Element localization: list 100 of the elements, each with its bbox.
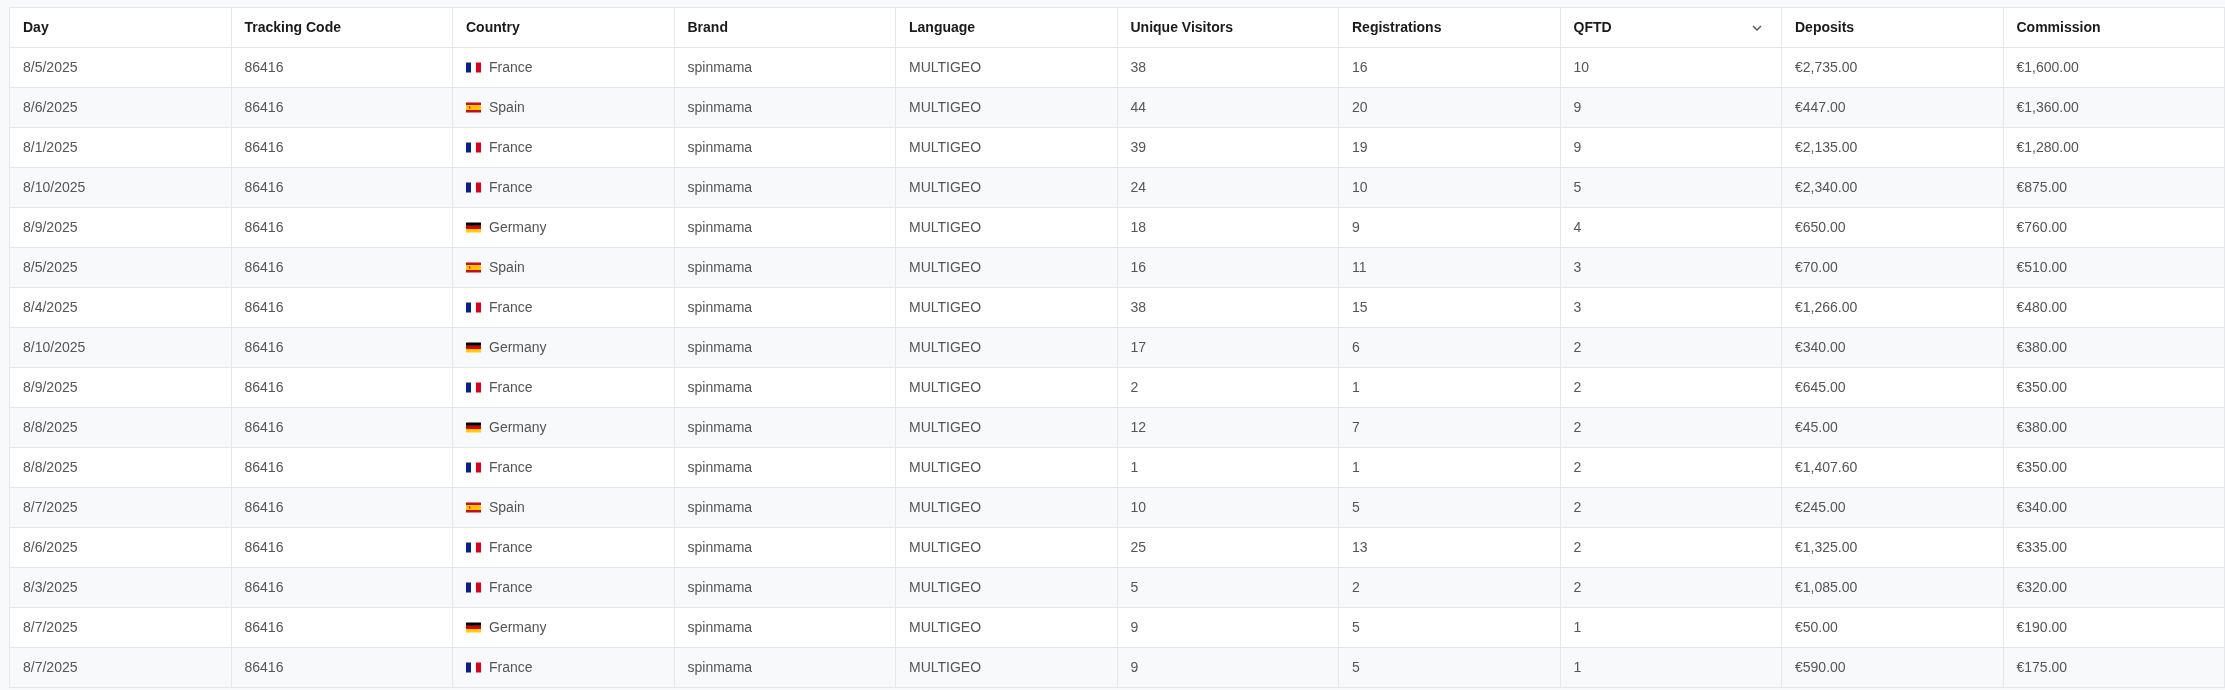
table-cell: 1 xyxy=(1339,368,1561,408)
table-cell: 2 xyxy=(1560,408,1782,448)
table-cell: spinmama xyxy=(674,648,896,688)
table-cell: 24 xyxy=(1117,168,1339,208)
germany-flag-icon xyxy=(466,342,481,353)
table-cell: 86416 xyxy=(231,488,453,528)
table-cell: MULTIGEO xyxy=(896,48,1118,88)
table-cell: MULTIGEO xyxy=(896,128,1118,168)
table-cell: 8/3/2025 xyxy=(10,568,232,608)
table-cell: 8/9/2025 xyxy=(10,208,232,248)
table-cell: €245.00 xyxy=(1782,488,2004,528)
table-cell: spinmama xyxy=(674,248,896,288)
table-cell-text: Germany xyxy=(489,218,547,237)
table-cell: 86416 xyxy=(231,528,453,568)
table-cell: €380.00 xyxy=(2003,408,2225,448)
table-cell: €45.00 xyxy=(1782,408,2004,448)
table-cell: 11 xyxy=(1339,248,1561,288)
table-cell: spinmama xyxy=(674,48,896,88)
column-header[interactable]: Commission xyxy=(2003,8,2225,48)
table-cell: 2 xyxy=(1560,568,1782,608)
table-cell: €1,360.00 xyxy=(2003,88,2225,128)
france-flag-icon xyxy=(466,62,481,73)
table-cell: €650.00 xyxy=(1782,208,2004,248)
table-cell-text: France xyxy=(489,458,533,477)
table-cell: MULTIGEO xyxy=(896,368,1118,408)
table-cell: €1,085.00 xyxy=(1782,568,2004,608)
column-header[interactable]: QFTD xyxy=(1560,8,1782,48)
column-header[interactable]: Tracking Code xyxy=(231,8,453,48)
column-header[interactable]: Registrations xyxy=(1339,8,1561,48)
table-cell: 20 xyxy=(1339,88,1561,128)
table-cell: €320.00 xyxy=(2003,568,2225,608)
table-cell: €1,266.00 xyxy=(1782,288,2004,328)
column-header[interactable]: Country xyxy=(453,8,675,48)
column-header[interactable]: Unique Visitors xyxy=(1117,8,1339,48)
table-cell: 86416 xyxy=(231,288,453,328)
table-cell: 15 xyxy=(1339,288,1561,328)
table-cell: €175.00 xyxy=(2003,648,2225,688)
table-cell: €2,340.00 xyxy=(1782,168,2004,208)
table-cell: 8/8/2025 xyxy=(10,408,232,448)
table-cell: spinmama xyxy=(674,288,896,328)
table-cell-text: France xyxy=(489,298,533,317)
table-cell-text: France xyxy=(489,138,533,157)
table-cell: €1,280.00 xyxy=(2003,128,2225,168)
table-cell: 10 xyxy=(1339,168,1561,208)
table-cell: 86416 xyxy=(231,328,453,368)
germany-flag-icon xyxy=(466,222,481,233)
table-cell: 8/7/2025 xyxy=(10,648,232,688)
table-cell: 10 xyxy=(1560,48,1782,88)
table-cell: €335.00 xyxy=(2003,528,2225,568)
table-cell: spinmama xyxy=(674,448,896,488)
table-cell: 5 xyxy=(1339,488,1561,528)
table-cell: 13 xyxy=(1339,528,1561,568)
table-cell: MULTIGEO xyxy=(896,168,1118,208)
spain-flag-icon xyxy=(466,102,481,113)
germany-flag-icon xyxy=(466,622,481,633)
table-cell: spinmama xyxy=(674,208,896,248)
table-cell: €50.00 xyxy=(1782,608,2004,648)
table-cell-text: France xyxy=(489,578,533,597)
table-cell: 86416 xyxy=(231,568,453,608)
france-flag-icon xyxy=(466,182,481,193)
table-cell: €1,407.60 xyxy=(1782,448,2004,488)
table-cell: €350.00 xyxy=(2003,368,2225,408)
table-cell: 8/4/2025 xyxy=(10,288,232,328)
table-cell: 8/6/2025 xyxy=(10,88,232,128)
table-cell-text: Germany xyxy=(489,338,547,357)
table-cell: 38 xyxy=(1117,288,1339,328)
table-cell: 9 xyxy=(1560,88,1782,128)
column-header[interactable]: Deposits xyxy=(1782,8,2004,48)
column-header[interactable]: Day xyxy=(10,8,232,48)
column-header[interactable]: Language xyxy=(896,8,1118,48)
table-cell: MULTIGEO xyxy=(896,328,1118,368)
france-flag-icon xyxy=(466,662,481,673)
table-cell: 86416 xyxy=(231,128,453,168)
table-cell: 12 xyxy=(1117,408,1339,448)
table-cell: 2 xyxy=(1339,568,1561,608)
table-cell: spinmama xyxy=(674,328,896,368)
france-flag-icon xyxy=(466,582,481,593)
table-cell: 86416 xyxy=(231,648,453,688)
table-cell: €70.00 xyxy=(1782,248,2004,288)
table-cell: 86416 xyxy=(231,88,453,128)
table-cell: €760.00 xyxy=(2003,208,2225,248)
table-cell-text: Spain xyxy=(489,98,525,117)
table-cell: MULTIGEO xyxy=(896,528,1118,568)
table-cell-text: France xyxy=(489,658,533,677)
table-cell: MULTIGEO xyxy=(896,408,1118,448)
table-cell: €2,135.00 xyxy=(1782,128,2004,168)
table-cell: 5 xyxy=(1117,568,1339,608)
column-header[interactable]: Brand xyxy=(674,8,896,48)
france-flag-icon xyxy=(466,382,481,393)
table-cell: 8/5/2025 xyxy=(10,48,232,88)
table-cell: 5 xyxy=(1560,168,1782,208)
france-flag-icon xyxy=(466,142,481,153)
table-cell: MULTIGEO xyxy=(896,248,1118,288)
table-cell: MULTIGEO xyxy=(896,568,1118,608)
table-cell: 16 xyxy=(1339,48,1561,88)
france-flag-icon xyxy=(466,302,481,313)
table-cell: 2 xyxy=(1117,368,1339,408)
table-cell: spinmama xyxy=(674,408,896,448)
table-cell: €875.00 xyxy=(2003,168,2225,208)
table-cell: €380.00 xyxy=(2003,328,2225,368)
